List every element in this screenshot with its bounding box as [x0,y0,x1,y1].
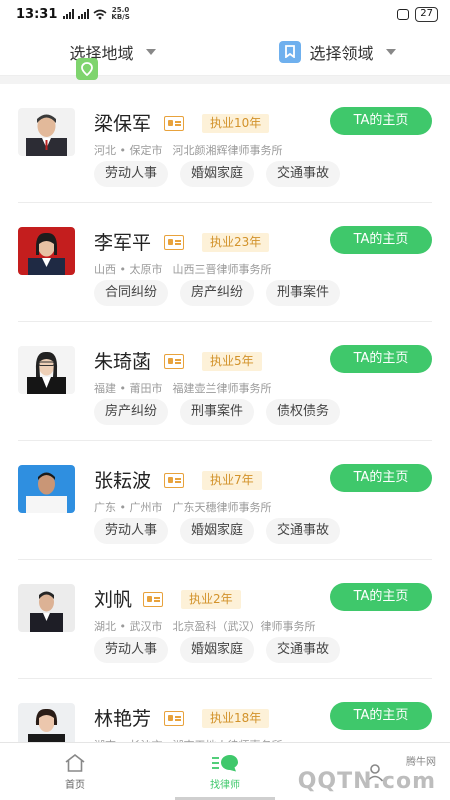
id-card-icon [164,116,184,131]
tag-list: 劳动人事 婚姻家庭 交通事故 [94,518,341,544]
law-firm: 河北颜湘辉律师事务所 [172,144,283,157]
practice-tag[interactable]: 合同纠纷 [94,280,169,306]
avatar [18,465,75,513]
law-firm: 广东天穗律师事务所 [172,501,272,514]
id-card-icon [164,354,184,369]
practice-tag[interactable]: 刑事案件 [180,399,255,425]
profile-button[interactable]: TA的主页 [330,583,432,611]
id-card-icon [164,473,184,488]
lawyer-list: 梁保军 执业10年 TA的主页 河北 • 保定市 河北颜湘辉律师事务所 劳动人事 … [0,84,450,798]
lawyer-card[interactable]: 梁保军 执业10年 TA的主页 河北 • 保定市 河北颜湘辉律师事务所 劳动人事 … [18,84,432,203]
tag-list: 劳动人事 婚姻家庭 交通事故 [94,161,341,187]
years-badge: 执业10年 [202,114,270,133]
avatar [18,227,75,275]
lawyer-card[interactable]: 朱琦菡 执业5年 TA的主页 福建 • 莆田市 福建壶兰律师事务所 房产纠纷 刑事… [18,322,432,441]
practice-tag[interactable]: 婚姻家庭 [180,637,255,663]
region-filter[interactable]: 选择地域 [0,40,225,80]
id-card-icon [164,235,184,250]
field-filter[interactable]: 选择领域 [225,40,450,64]
years-badge: 执业7年 [202,471,262,490]
id-card-icon [164,711,184,726]
filter-bar: 选择地域 选择领域 [0,28,450,80]
years-badge: 执业23年 [202,233,270,252]
practice-tag[interactable]: 劳动人事 [94,161,169,187]
law-firm: 福建壶兰律师事务所 [172,382,272,395]
profile-button[interactable]: TA的主页 [330,226,432,254]
nav-find-lawyer[interactable]: 找律师 [150,743,300,800]
status-bar: 13:31 25.0 KB/S 27 [0,0,450,28]
practice-tag[interactable]: 房产纠纷 [180,280,255,306]
practice-tag[interactable]: 交通事故 [266,518,341,544]
cellular-signal-icon [63,9,75,19]
tag-list: 劳动人事 婚姻家庭 交通事故 [94,637,341,663]
status-time: 13:31 [16,6,58,22]
field-filter-label: 选择领域 [309,43,374,63]
practice-tag[interactable]: 房产纠纷 [94,399,169,425]
home-icon [65,753,85,772]
law-firm: 山西三晋律师事务所 [172,263,272,276]
lawyer-name: 张耘波 [94,470,152,492]
nav-home-label: 首页 [65,779,85,791]
years-badge: 执业5年 [202,352,262,371]
lawyer-name: 刘帆 [94,589,133,611]
avatar [18,584,75,632]
chevron-down-icon [145,48,156,55]
lawyer-name: 李军平 [94,232,152,254]
chevron-down-icon [385,48,396,55]
bottom-navigation: 首页 找律师 腾牛网 QQTN.com [0,742,450,800]
nav-find-lawyer-label: 找律师 [210,779,240,791]
bookmark-icon [279,40,302,63]
tag-list: 房产纠纷 刑事案件 债权债务 [94,399,341,425]
cellular-signal-icon-2 [78,9,90,19]
lawyer-card[interactable]: 李军平 执业23年 TA的主页 山西 • 太原市 山西三晋律师事务所 合同纠纷 房… [18,203,432,322]
profile-button[interactable]: TA的主页 [330,345,432,373]
practice-tag[interactable]: 交通事故 [266,637,341,663]
chat-icon [212,754,238,771]
lawyer-location: 福建 • 莆田市 福建壶兰律师事务所 [94,382,272,395]
lawyer-name: 朱琦菡 [94,351,152,373]
years-badge: 执业18年 [202,709,270,728]
lawyer-name: 梁保军 [94,113,152,135]
practice-tag[interactable]: 债权债务 [266,399,341,425]
lawyer-card[interactable]: 刘帆 执业2年 TA的主页 湖北 • 武汉市 北京盈科（武汉）律师事务所 劳动人事… [18,560,432,679]
lawyer-location: 广东 • 广州市 广东天穗律师事务所 [94,501,272,514]
tag-list: 合同纠纷 房产纠纷 刑事案件 [94,280,341,306]
avatar [18,346,75,394]
location-icon [76,58,98,80]
practice-tag[interactable]: 交通事故 [266,161,341,187]
law-firm: 北京盈科（武汉）律师事务所 [172,620,316,633]
practice-tag[interactable]: 劳动人事 [94,518,169,544]
nav-home[interactable]: 首页 [0,743,150,800]
practice-tag[interactable]: 劳动人事 [94,637,169,663]
lawyer-location: 湖北 • 武汉市 北京盈科（武汉）律师事务所 [94,620,316,633]
profile-button[interactable]: TA的主页 [330,702,432,730]
practice-tag[interactable]: 婚姻家庭 [180,161,255,187]
practice-tag[interactable]: 婚姻家庭 [180,518,255,544]
network-unit: KB/S [111,13,130,21]
watermark-logo: 腾牛网 QQTN.com [297,757,436,794]
battery-icon: 27 [415,6,438,22]
avatar [18,108,75,156]
years-badge: 执业2年 [181,590,241,609]
divider [0,76,450,84]
lawyer-location: 山西 • 太原市 山西三晋律师事务所 [94,263,272,276]
lawyer-name: 林艳芳 [94,708,152,730]
rotation-lock-icon [397,8,410,20]
lawyer-card[interactable]: 张耘波 执业7年 TA的主页 广东 • 广州市 广东天穗律师事务所 劳动人事 婚姻… [18,441,432,560]
id-card-icon [143,592,163,607]
practice-tag[interactable]: 刑事案件 [266,280,341,306]
profile-button[interactable]: TA的主页 [330,464,432,492]
lawyer-location: 河北 • 保定市 河北颜湘辉律师事务所 [94,144,283,157]
wifi-icon [93,9,107,19]
profile-button[interactable]: TA的主页 [330,107,432,135]
